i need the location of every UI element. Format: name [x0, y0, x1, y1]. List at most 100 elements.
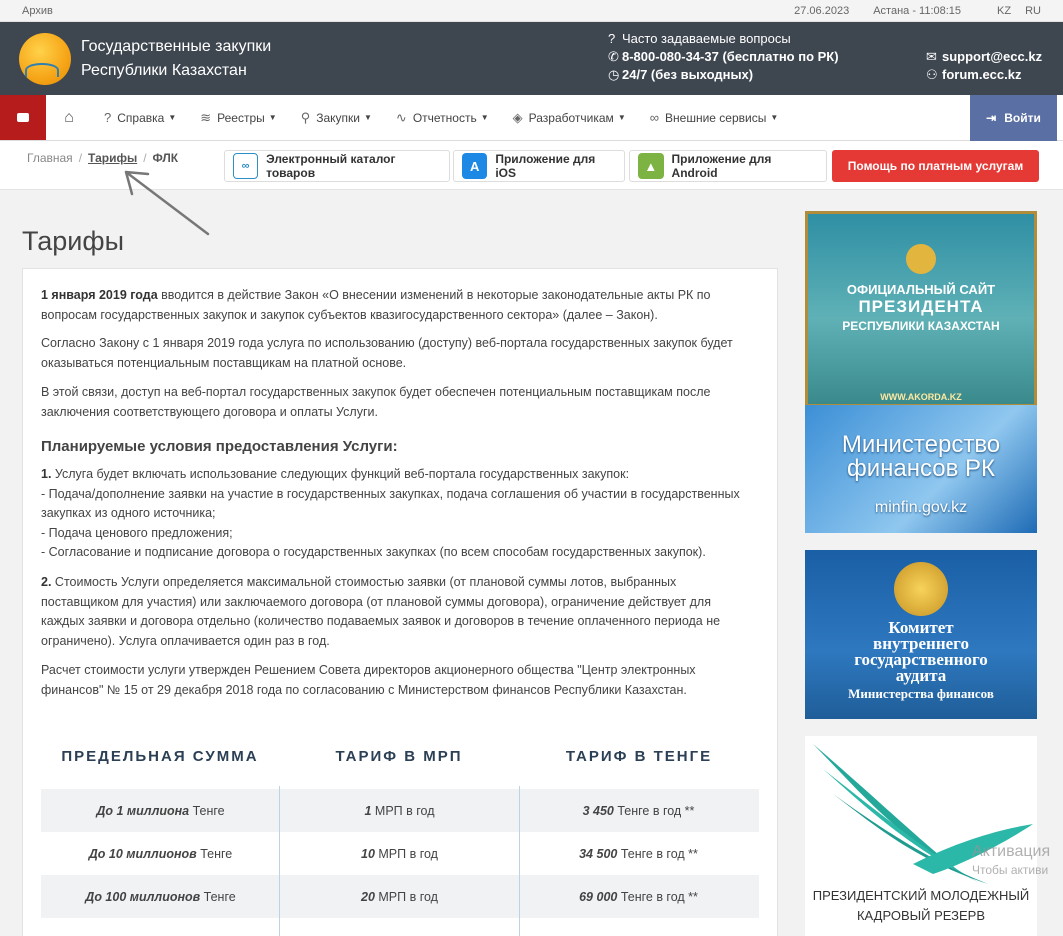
- p3-text-2: заключения соответствующего договора и о…: [41, 404, 378, 419]
- limit-unit: Тенге: [189, 803, 225, 818]
- item-text: - Подача/дополнение заявки на участие в …: [41, 486, 740, 501]
- mrp-cell: 20 МРП в год: [280, 890, 519, 904]
- site-logo[interactable]: [19, 32, 71, 85]
- item-number: 2.: [41, 575, 52, 589]
- kzt-unit: Тенге в год **: [617, 889, 698, 904]
- support-email: support@ecc.kz: [942, 49, 1043, 64]
- caret-down-icon: ▼: [770, 113, 779, 122]
- item-number: 1.: [41, 467, 52, 481]
- phone-icon: ✆: [608, 49, 619, 64]
- breadcrumb-separator: /: [143, 151, 147, 165]
- home-button[interactable]: ⌂: [46, 95, 92, 140]
- nav-item-registries[interactable]: ≋ Реестры ▼: [188, 95, 288, 140]
- item-text: Стоимость Услуги определяется максимальн…: [51, 575, 677, 589]
- breadcrumb-tariffs[interactable]: Тарифы: [88, 151, 137, 165]
- item-text: - Подача ценового предложения;: [41, 525, 233, 540]
- question-icon: ?: [104, 110, 112, 125]
- site-header: Государственные закупки Республики Казах…: [0, 22, 1063, 95]
- paragraph-3: В этой связи, доступ на веб-портал госуд…: [41, 383, 757, 422]
- phone-number: 8-800-080-34-37 (бесплатно по РК): [622, 49, 839, 64]
- layers-icon: ≋: [200, 109, 212, 125]
- minfin-title: Министерство финансов РК: [841, 431, 1001, 482]
- android-icon: ▲: [638, 153, 664, 179]
- support-email-link[interactable]: ✉ support@ecc.kz: [926, 48, 1042, 66]
- mrp-unit: МРП в год: [374, 889, 438, 904]
- nav-item-external[interactable]: ∞ Внешние сервисы ▼: [638, 95, 791, 140]
- paid-services-help-button[interactable]: Помощь по платным услугам: [832, 150, 1039, 182]
- nav-item-developers[interactable]: ◈ Разработчикам ▼: [501, 95, 638, 140]
- catalog-icon: ∞: [233, 153, 259, 179]
- nav-label: Отчетность: [412, 110, 477, 125]
- limit-cell: До 100 миллионов Тенге: [41, 890, 280, 904]
- limit-value: До 1 миллиона: [96, 803, 190, 818]
- state-emblem-icon: [894, 562, 948, 616]
- tag-icon: ◈: [512, 109, 523, 125]
- top-bar: Архив 27.06.2023 Астана - 11:08:15 KZ RU: [0, 0, 1063, 22]
- youth-reserve-line1: ПРЕЗИДЕНТСКИЙ МОЛОДЕЖНЫЙ: [812, 888, 1030, 903]
- table-row: До 10 миллионов Тенге 10 МРП в год 34 50…: [41, 832, 759, 875]
- breadcrumb-home[interactable]: Главная: [27, 151, 73, 165]
- state-emblem-icon: [906, 244, 936, 274]
- login-button[interactable]: ⇥ Войти: [970, 95, 1057, 141]
- watermark-line1: Активация: [972, 843, 1051, 860]
- kzt-value: 69 000: [579, 889, 618, 904]
- sign-in-icon: ⇥: [986, 111, 997, 125]
- calc-text-2: финансов" № 15 от 29 декабря 2018 года п…: [41, 682, 687, 697]
- akorda-banner[interactable]: ОФИЦИАЛЬНЫЙ САЙТ ПРЕЗИДЕНТА РЕСПУБЛИКИ К…: [805, 211, 1037, 407]
- nav-item-reports[interactable]: ∿ Отчетность ▼: [384, 95, 501, 140]
- minfin-banner[interactable]: Министерство финансов РК minfin.gov.kz: [805, 405, 1037, 533]
- link-icon: ∞: [649, 110, 660, 125]
- conditions-list-1: 1. Услуга будет включать использование с…: [41, 465, 757, 563]
- table-row: До 100 миллионов Тенге 20 МРП в год 69 0…: [41, 875, 759, 918]
- annotation-arrow: [124, 170, 210, 236]
- lang-ru-link[interactable]: RU: [1025, 5, 1041, 17]
- page-title: Тарифы: [22, 226, 125, 256]
- calculation-paragraph: Расчет стоимости услуги утвержден Решени…: [41, 661, 757, 700]
- item-text: Услуга будет включать использование след…: [51, 467, 630, 481]
- caret-down-icon: ▼: [363, 113, 372, 122]
- nav-item-purchases[interactable]: ⚲ Закупки ▼: [289, 95, 384, 140]
- android-app-button[interactable]: ▲ Приложение для Android: [629, 150, 827, 182]
- youth-reserve-banner[interactable]: ПРЕЗИДЕНТСКИЙ МОЛОДЕЖНЫЙ КАДРОВЫЙ РЕЗЕРВ: [805, 736, 1037, 936]
- table-header-mrp: ТАРИФ В МРП: [335, 748, 463, 765]
- item-text: ограничено). Услуга оплачивается один ра…: [41, 633, 330, 648]
- faq-link[interactable]: ? Часто задаваемые вопросы: [608, 30, 839, 48]
- mrp-value: 20: [361, 889, 375, 904]
- audit-subtitle: Министерства финансов: [848, 686, 994, 701]
- caret-down-icon: ▼: [480, 113, 489, 122]
- audit-line4: аудита: [895, 666, 947, 685]
- clock-icon: ◷: [608, 67, 620, 82]
- nav-item-help[interactable]: ? Справка ▼: [92, 95, 188, 140]
- mrp-cell: 1 МРП в год: [280, 804, 519, 818]
- akorda-line3: РЕСПУБЛИКИ КАЗАХСТАН: [842, 319, 1000, 333]
- caret-down-icon: ▼: [617, 113, 626, 122]
- archive-link[interactable]: Архив: [22, 5, 794, 17]
- item-text: каждых заявки и договора отдельно (колич…: [41, 614, 721, 628]
- ios-app-button[interactable]: A Приложение для iOS: [453, 150, 625, 182]
- nav-label: Реестры: [217, 110, 265, 125]
- caret-down-icon: ▼: [168, 113, 177, 122]
- mrp-cell: 10 МРП в год: [280, 847, 519, 861]
- youtube-button[interactable]: [0, 95, 46, 140]
- lang-kz-link[interactable]: KZ: [997, 5, 1011, 17]
- site-title[interactable]: Государственные закупки Республики Казах…: [81, 35, 271, 83]
- akorda-line2: ПРЕЗИДЕНТА: [858, 297, 984, 316]
- kzt-unit: Тенге в год **: [617, 846, 698, 861]
- mrp-value: 10: [361, 846, 375, 861]
- watermark-line2: Чтобы активи: [972, 863, 1049, 877]
- current-date: 27.06.2023: [794, 4, 850, 17]
- catalog-button[interactable]: ∞ Электронный каталог товаров: [224, 150, 450, 182]
- table-header-limit: ПРЕДЕЛЬНАЯ СУММА: [61, 748, 259, 765]
- audit-committee-banner[interactable]: Комитет внутреннего государственного ауд…: [805, 550, 1037, 719]
- kzt-value: 3 450: [582, 803, 614, 818]
- table-header-kzt: ТАРИФ В ТЕНГЕ: [565, 748, 713, 765]
- support-hours: 24/7 (без выходных): [622, 67, 754, 82]
- nav-label: Разработчикам: [528, 110, 614, 125]
- contacts-block: ? Часто задаваемые вопросы ✆ 8-800-080-34-…: [608, 30, 839, 84]
- mrp-unit: МРП в год: [374, 846, 438, 861]
- kzt-cell: 34 500 Тенге в год **: [519, 847, 758, 861]
- forum-link[interactable]: ⚇ forum.ecc.kz: [926, 66, 1042, 84]
- p3-text-1: В этой связи, доступ на веб-портал госуд…: [41, 385, 711, 399]
- kzt-cell: 3 450 Тенге в год **: [519, 804, 758, 818]
- minfin-url: minfin.gov.kz: [874, 499, 968, 516]
